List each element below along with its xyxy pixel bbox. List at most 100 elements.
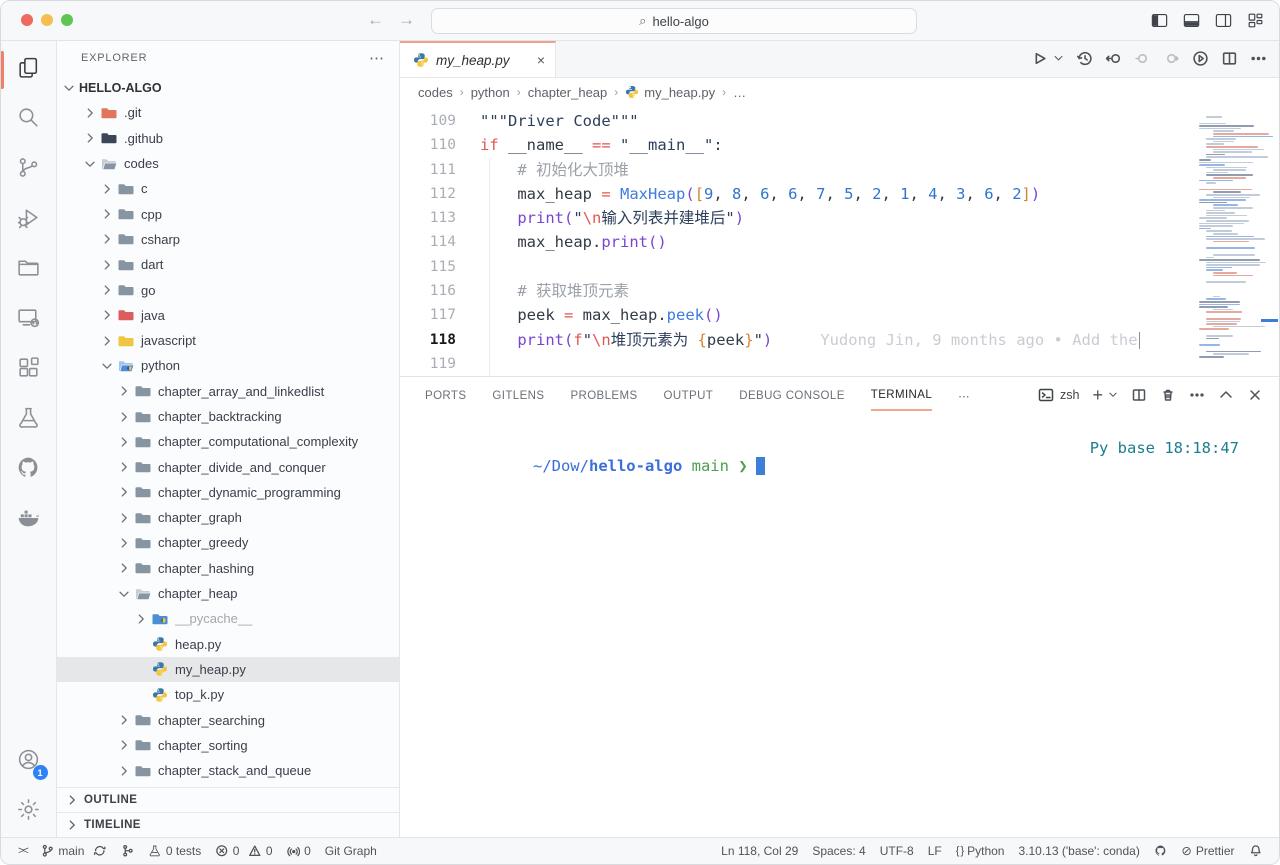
status-left-4-0[interactable]: 00 bbox=[208, 844, 279, 858]
status-right-1-spaces-4[interactable]: Spaces: 4 bbox=[805, 844, 872, 858]
activity-source-control[interactable] bbox=[1, 145, 57, 195]
tree-item-python[interactable]: python bbox=[57, 353, 399, 378]
tree-item-hello-algo[interactable]: HELLO-ALGO bbox=[57, 75, 399, 100]
run-below-icon[interactable] bbox=[1192, 50, 1209, 67]
panel-tab-gitlens[interactable]: GITLENS bbox=[492, 380, 544, 410]
minimap[interactable] bbox=[1189, 106, 1279, 376]
tree-item-my-heap-py[interactable]: my_heap.py bbox=[57, 657, 399, 682]
split-terminal-icon[interactable] bbox=[1131, 387, 1147, 403]
kill-terminal-icon[interactable] bbox=[1160, 387, 1176, 403]
activity-project-manager[interactable] bbox=[1, 245, 57, 295]
more-actions-icon[interactable] bbox=[1250, 50, 1267, 67]
breadcrumb-item[interactable]: python bbox=[471, 85, 510, 100]
tree-item-java[interactable]: java bbox=[57, 303, 399, 328]
views-more-actions-icon[interactable]: ⋯ bbox=[369, 49, 385, 67]
tree-item-chapter-array-and-linkedlist[interactable]: chapter_array_and_linkedlist bbox=[57, 379, 399, 404]
breadcrumb-item[interactable]: chapter_heap bbox=[528, 85, 608, 100]
status-right-7-prettier[interactable]: ⊘Prettier bbox=[1174, 844, 1241, 858]
status-left-5-0[interactable]: 0 bbox=[280, 844, 318, 858]
activity-search[interactable] bbox=[1, 95, 57, 145]
panel-tab-output[interactable]: OUTPUT bbox=[664, 380, 714, 410]
split-editor-icon[interactable] bbox=[1221, 50, 1238, 67]
section-timeline[interactable]: TIMELINE bbox=[57, 812, 399, 837]
terminal-dropdown-chevron[interactable] bbox=[1116, 390, 1118, 400]
panel-tabs-more-icon[interactable]: ⋯ bbox=[958, 379, 971, 411]
activity-run-debug[interactable] bbox=[1, 195, 57, 245]
status-right-4-python[interactable]: { }Python bbox=[949, 844, 1012, 858]
tree-item-chapter-stack-and-queue[interactable]: chapter_stack_and_queue bbox=[57, 758, 399, 783]
toggle-sidebar-icon[interactable] bbox=[1150, 11, 1169, 30]
activity-docker[interactable] bbox=[1, 495, 57, 545]
tree-item-codes[interactable]: codes bbox=[57, 151, 399, 176]
customize-layout-icon[interactable] bbox=[1246, 11, 1265, 30]
go-forward-icon[interactable]: → bbox=[398, 10, 415, 30]
toggle-panel-icon[interactable] bbox=[1182, 11, 1201, 30]
panel-tab-ports[interactable]: PORTS bbox=[425, 380, 466, 410]
status-left-2[interactable] bbox=[114, 844, 142, 858]
go-back-icon[interactable]: ← bbox=[367, 10, 384, 30]
close-window-button[interactable] bbox=[21, 14, 33, 26]
tree-item-chapter-graph[interactable]: chapter_graph bbox=[57, 505, 399, 530]
tree-item-go[interactable]: go bbox=[57, 277, 399, 302]
activity-settings[interactable] bbox=[1, 787, 57, 837]
tree-item-cpp[interactable]: cpp bbox=[57, 201, 399, 226]
status-left-1-main[interactable]: main bbox=[34, 844, 114, 858]
tree-item-chapter-greedy[interactable]: chapter_greedy bbox=[57, 530, 399, 555]
section-outline[interactable]: OUTLINE bbox=[57, 787, 399, 812]
minimize-window-button[interactable] bbox=[41, 14, 53, 26]
more-actions-icon[interactable] bbox=[1189, 387, 1205, 403]
tree-item-chapter-hashing[interactable]: chapter_hashing bbox=[57, 556, 399, 581]
close-panel-icon[interactable] bbox=[1247, 387, 1263, 403]
toggle-secondary-sidebar-icon[interactable] bbox=[1214, 11, 1233, 30]
tree-item--git[interactable]: .git bbox=[57, 100, 399, 125]
tree-item-chapter-sorting[interactable]: chapter_sorting bbox=[57, 733, 399, 758]
status-right-6[interactable] bbox=[1147, 844, 1175, 858]
tree-item-chapter-dynamic-programming[interactable]: chapter_dynamic_programming bbox=[57, 480, 399, 505]
activity-extensions[interactable] bbox=[1, 345, 57, 395]
tree-item-dart[interactable]: dart bbox=[57, 252, 399, 277]
maximize-window-button[interactable] bbox=[61, 14, 73, 26]
file-history-icon[interactable] bbox=[1076, 50, 1093, 67]
status-right-3-lf[interactable]: LF bbox=[921, 844, 949, 858]
next-change-icon[interactable] bbox=[1163, 50, 1180, 67]
tree-item-javascript[interactable]: javascript bbox=[57, 328, 399, 353]
tab-my-heap-py[interactable]: my_heap.py × bbox=[400, 41, 556, 77]
status-right-5-3-10-13-base-conda[interactable]: 3.10.13 ('base': conda) bbox=[1011, 844, 1146, 858]
breadcrumb-item[interactable]: … bbox=[733, 85, 746, 100]
tree-item--github[interactable]: .github bbox=[57, 126, 399, 151]
panel-tab-terminal[interactable]: TERMINAL bbox=[871, 379, 932, 411]
tree-item--pycache-[interactable]: __pycache__ bbox=[57, 606, 399, 631]
status-left-3-0-tests[interactable]: 0 tests bbox=[141, 844, 208, 858]
status-right-0-ln-118-col-29[interactable]: Ln 118, Col 29 bbox=[714, 844, 805, 858]
activity-accounts[interactable]: 1 bbox=[1, 737, 57, 787]
tree-item-c[interactable]: c bbox=[57, 176, 399, 201]
tree-item-chapter-heap[interactable]: chapter_heap bbox=[57, 581, 399, 606]
shell-selector[interactable]: zsh bbox=[1038, 387, 1079, 403]
tree-item-chapter-searching[interactable]: chapter_searching bbox=[57, 707, 399, 732]
status-right-2-utf-8[interactable]: UTF-8 bbox=[873, 844, 921, 858]
code-editor[interactable]: 109"""Driver Code"""110if __name__ == "_… bbox=[400, 106, 1279, 376]
status-right-8[interactable] bbox=[1242, 844, 1270, 858]
status-left-6-git-graph[interactable]: Git Graph bbox=[318, 844, 384, 858]
activity-testing[interactable] bbox=[1, 395, 57, 445]
tree-item-top-k-py[interactable]: top_k.py bbox=[57, 682, 399, 707]
terminal[interactable]: ~/Dow/hello-algo main ❯ Py base 18:18:47 bbox=[400, 413, 1279, 837]
maximize-panel-icon[interactable] bbox=[1218, 387, 1234, 403]
activity-github[interactable] bbox=[1, 445, 57, 495]
panel-tab-debug-console[interactable]: DEBUG CONSOLE bbox=[739, 380, 845, 410]
activity-explorer[interactable] bbox=[1, 45, 57, 95]
new-terminal-icon[interactable]: + bbox=[1092, 385, 1103, 406]
tree-item-heap-py[interactable]: heap.py bbox=[57, 632, 399, 657]
activity-remote-explorer[interactable] bbox=[1, 295, 57, 345]
previous-change-icon[interactable] bbox=[1134, 50, 1151, 67]
run-dropdown-chevron[interactable] bbox=[1060, 53, 1064, 64]
tree-item-chapter-backtracking[interactable]: chapter_backtracking bbox=[57, 404, 399, 429]
breadcrumb-item[interactable]: codes bbox=[418, 85, 453, 100]
tree-item-chapter-divide-and-conquer[interactable]: chapter_divide_and_conquer bbox=[57, 454, 399, 479]
status-left-0[interactable]: >< bbox=[11, 846, 34, 857]
close-tab-icon[interactable]: × bbox=[537, 52, 545, 68]
command-center-search[interactable]: ⌕ hello-algo bbox=[431, 8, 917, 34]
open-changes-icon[interactable] bbox=[1105, 50, 1122, 67]
breadcrumb-item[interactable]: my_heap.py bbox=[625, 85, 715, 100]
tree-item-chapter-computational-complexity[interactable]: chapter_computational_complexity bbox=[57, 429, 399, 454]
